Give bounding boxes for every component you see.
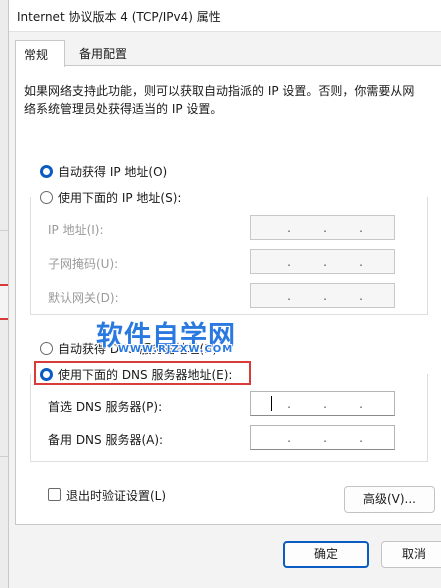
radio-auto-ip-label: 自动获得 IP 地址(O) <box>58 165 168 179</box>
tab-alternate-config[interactable]: 备用配置 <box>71 40 141 66</box>
default-gateway-input[interactable]: ... <box>250 283 395 308</box>
alternate-dns-label: 备用 DNS 服务器(A): <box>48 433 164 447</box>
ok-button[interactable]: 确定 <box>283 541 369 568</box>
window-title: Internet 协议版本 4 (TCP/IPv4) 属性 <box>17 10 221 24</box>
ip-address-input[interactable]: ... <box>250 215 395 240</box>
tab-general[interactable]: 常规 <box>15 40 65 67</box>
alternate-dns-input[interactable]: ... <box>250 425 395 450</box>
text-caret <box>271 396 272 411</box>
highlight-annotation-box <box>34 361 251 385</box>
radio-manual-ip-label: 使用下面的 IP 地址(S): <box>58 191 182 205</box>
ip-address-label: IP 地址(I): <box>48 223 104 237</box>
radio-auto-dns-button[interactable] <box>40 342 53 355</box>
radio-manual-ip-button[interactable] <box>40 191 53 204</box>
radio-auto-dns-label: 自动获得 DNS 服务器地址(B) <box>58 342 218 356</box>
preferred-dns-label: 首选 DNS 服务器(P): <box>48 400 163 414</box>
description-text: 如果网络支持此功能，则可以获取自动指派的 IP 设置。否则，你需要从网络系统管理… <box>24 84 415 116</box>
validate-on-exit-label: 退出时验证设置(L) <box>66 489 167 503</box>
preferred-dns-input[interactable]: ... <box>250 391 395 416</box>
default-gateway-label: 默认网关(D): <box>48 291 119 305</box>
validate-on-exit-checkbox[interactable] <box>48 488 61 501</box>
radio-auto-ip-button[interactable] <box>40 165 53 178</box>
title-bar[interactable]: Internet 协议版本 4 (TCP/IPv4) 属性 <box>9 0 441 32</box>
advanced-button[interactable]: 高级(V)... <box>344 486 435 513</box>
subnet-mask-input[interactable]: ... <box>250 249 395 274</box>
subnet-mask-label: 子网掩码(U): <box>48 257 119 271</box>
cancel-button[interactable]: 取消 <box>381 541 441 568</box>
radio-manual-ip[interactable]: 使用下面的 IP 地址(S): <box>40 188 181 206</box>
